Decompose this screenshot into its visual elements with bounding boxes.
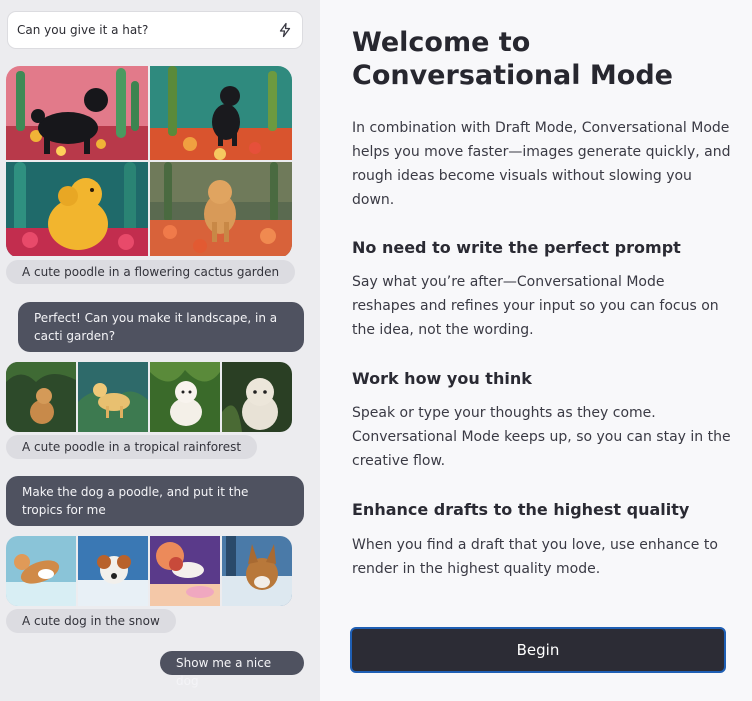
generated-image-8[interactable]	[222, 362, 292, 432]
generated-image-9[interactable]	[6, 536, 76, 606]
user-message: Show me a nice dog	[160, 651, 304, 688]
image-row-tropical-poodles	[6, 362, 292, 432]
section-heading: Enhance drafts to the highest quality	[352, 500, 690, 519]
section-body: Speak or type your thoughts as they come…	[352, 405, 731, 469]
chat-panel: Can you give it a hat? A cute poodle in …	[0, 0, 320, 701]
image-grid-cactus-poodles	[6, 66, 292, 258]
section-body: When you find a draft that you love, use…	[352, 537, 718, 577]
section-heading: Work how you think	[352, 369, 532, 388]
user-message: Perfect! Can you make it landscape, in a…	[18, 302, 304, 352]
generated-image-1[interactable]	[6, 66, 148, 160]
section-body: Say what you’re after—Conversational Mod…	[352, 274, 719, 338]
generated-image-3[interactable]	[6, 162, 148, 256]
generated-image-7[interactable]	[150, 362, 220, 432]
generated-image-12[interactable]	[222, 536, 292, 606]
generated-image-2[interactable]	[150, 66, 292, 160]
user-message: Make the dog a poodle, and put it the tr…	[6, 476, 304, 526]
generated-image-6[interactable]	[78, 362, 148, 432]
welcome-panel: Welcome to Conversational Mode In combin…	[320, 0, 752, 701]
begin-button[interactable]: Begin	[350, 627, 726, 673]
image-caption: A cute poodle in a flowering cactus gard…	[6, 260, 296, 284]
prompt-input-value: Can you give it a hat?	[17, 23, 149, 37]
image-caption: A cute poodle in a tropical rainforest	[6, 435, 258, 459]
section-heading: No need to write the perfect prompt	[352, 238, 681, 257]
prompt-input[interactable]: Can you give it a hat?	[7, 11, 303, 49]
image-caption: A cute dog in the snow	[6, 609, 176, 633]
generated-image-11[interactable]	[150, 536, 220, 606]
page-title: Welcome to Conversational Mode	[352, 27, 673, 91]
intro-text: In combination with Draft Mode, Conversa…	[352, 120, 731, 208]
generated-image-10[interactable]	[78, 536, 148, 606]
lightning-bolt-icon[interactable]	[277, 22, 293, 38]
generated-image-5[interactable]	[6, 362, 76, 432]
image-row-snow-dogs	[6, 536, 292, 606]
generated-image-4[interactable]	[150, 162, 292, 256]
